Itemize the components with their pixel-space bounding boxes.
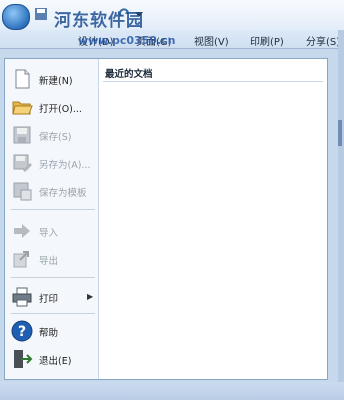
save-as-icon	[13, 154, 32, 172]
menu-separator	[11, 277, 95, 278]
menu-item-open-label: 打开(O)...	[39, 104, 82, 115]
file-menu: 新建(N) 打开(O)... 保存(S) 另存为(A)... 保存为模板 导入 …	[4, 58, 328, 380]
new-document-icon	[15, 69, 30, 89]
menu-item-print-label: 打印	[39, 294, 59, 305]
menu-item-save[interactable]: 保存(S)	[7, 121, 96, 149]
menu-item-save-label: 保存(S)	[39, 132, 72, 143]
menu-item-exit-label: 退出(E)	[39, 356, 72, 367]
save-icon[interactable]	[34, 7, 48, 21]
tab-print[interactable]: 印刷(P)	[250, 33, 284, 48]
quick-access-toolbar: 河东软件园	[0, 0, 344, 31]
menu-item-open[interactable]: 打开(O)...	[7, 93, 96, 121]
application-menu-button[interactable]	[2, 4, 30, 30]
menu-item-import[interactable]: 导入	[7, 217, 96, 245]
menu-item-save-as-template-label: 保存为模板	[39, 188, 87, 199]
menu-item-export-label: 导出	[39, 256, 59, 267]
tab-share[interactable]: 分享(S)	[306, 33, 340, 48]
submenu-arrow-icon: ▶	[87, 292, 94, 301]
menu-separator	[11, 209, 95, 210]
save-as-template-icon	[13, 182, 32, 201]
tab-view[interactable]: 视图(V)	[194, 33, 229, 48]
file-menu-commands: 新建(N) 打开(O)... 保存(S) 另存为(A)... 保存为模板 导入 …	[5, 59, 99, 379]
menu-item-help-label: 帮助	[39, 328, 59, 339]
watermark-url: www.pc0359.cn	[78, 34, 176, 47]
window-right-edge	[338, 30, 344, 400]
menu-item-new[interactable]: 新建(N)	[7, 65, 96, 93]
svg-text:?: ?	[18, 324, 26, 340]
watermark-title: 河东软件园	[54, 11, 144, 31]
menu-item-save-as-template[interactable]: 保存为模板	[7, 177, 96, 205]
recent-documents-divider	[103, 81, 323, 82]
menu-item-import-label: 导入	[39, 228, 59, 239]
import-icon	[14, 224, 30, 238]
scrollbar-thumb[interactable]	[338, 120, 342, 146]
recent-documents-title: 最近的文档	[105, 69, 153, 80]
menu-item-save-as[interactable]: 另存为(A)...	[7, 149, 96, 177]
menu-item-print[interactable]: 打印 ▶	[7, 283, 96, 311]
menu-item-save-as-label: 另存为(A)...	[39, 160, 91, 171]
recent-documents-panel: 最近的文档	[99, 59, 327, 379]
status-bar	[0, 382, 344, 400]
export-icon	[13, 251, 29, 268]
open-folder-icon	[12, 101, 33, 115]
menu-item-export[interactable]: 导出	[7, 245, 96, 273]
menu-item-help[interactable]: ? 帮助	[7, 317, 96, 345]
printer-icon	[12, 287, 32, 307]
menu-item-exit[interactable]: 退出(E)	[7, 345, 96, 373]
exit-icon	[14, 350, 33, 368]
help-icon: ?	[11, 320, 33, 342]
save-disk-icon	[13, 126, 31, 144]
menu-item-new-label: 新建(N)	[39, 76, 73, 87]
menu-separator	[11, 313, 95, 314]
